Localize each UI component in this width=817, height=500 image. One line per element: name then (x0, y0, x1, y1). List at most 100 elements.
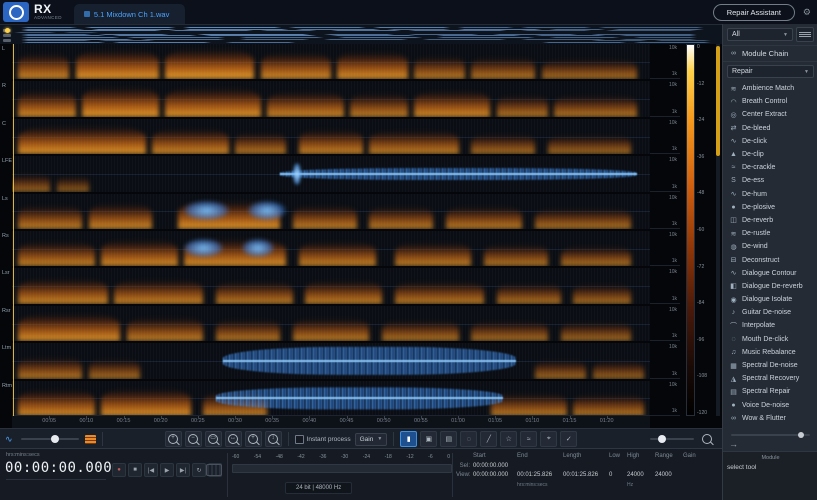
rewind-button[interactable]: |◀ (144, 463, 158, 477)
zoom-slider-knob[interactable] (658, 435, 666, 443)
spectrogram-lane[interactable] (12, 343, 650, 378)
rx-application-window: RX ADVANCED 5.1 Mixdown Ch 1.wav Repair … (0, 0, 817, 500)
module-chain-item[interactable]: ∞ Module Chain (723, 45, 817, 62)
time-ruler-label: 00:45 (340, 418, 354, 424)
time-format-label[interactable]: hrs:mins:secs (6, 452, 40, 458)
marker-tool[interactable]: ⌖ (540, 431, 557, 447)
module-icon: ≋ (729, 230, 738, 238)
spectrogram-lane[interactable] (12, 119, 650, 154)
module-item-spectral-de-noise[interactable]: ▦Spectral De-noise (723, 359, 817, 372)
waveform-view-icon[interactable]: ∿ (5, 434, 13, 445)
channel-labels: LRCLFELsRsLsrRsrLtmRtm (0, 44, 12, 416)
playhead-cursor[interactable] (13, 44, 14, 416)
vertical-scrollbar[interactable] (716, 44, 720, 416)
module-item-de-ess[interactable]: SDe-ess (723, 174, 817, 187)
lasso-tool[interactable]: ◌ (460, 431, 477, 447)
apply-check[interactable]: ✓ (560, 431, 577, 447)
repair-assistant-button[interactable]: Repair Assistant (713, 4, 795, 21)
module-item-deconstruct[interactable]: ⊟Deconstruct (723, 253, 817, 266)
magic-wand-tool[interactable]: ☆ (500, 431, 517, 447)
module-label: De-click (742, 138, 767, 145)
magnifier-icon: + (248, 434, 258, 444)
module-icon: ◫ (729, 216, 738, 224)
module-item-guitar-de-noise[interactable]: ♪Guitar De-noise (723, 306, 817, 319)
brush-tool[interactable]: ╱ (480, 431, 497, 447)
preset-select[interactable]: Repair▼ (727, 65, 814, 78)
module-item-dialogue-de-reverb[interactable]: ◧Dialogue De-reverb (723, 280, 817, 293)
module-item-de-wind[interactable]: ◍De-wind (723, 240, 817, 253)
time-frequency-selection-tool[interactable]: ▣ (420, 431, 437, 447)
module-item-de-plosive[interactable]: ●De-plosive (723, 201, 817, 214)
module-item-spectral-recovery[interactable]: ◮Spectral Recovery (723, 372, 817, 385)
scrollbar-thumb[interactable] (716, 46, 720, 156)
sidebar-slider-knob[interactable] (798, 432, 804, 438)
spectrogram-lane[interactable] (12, 194, 650, 229)
db-label: -120 (697, 410, 715, 416)
spectrogram-lane[interactable] (12, 231, 650, 266)
spectrogram-lane[interactable] (12, 268, 650, 303)
module-item-de-hum[interactable]: ∿De-hum (723, 188, 817, 201)
time-ruler[interactable]: 00:0500:1000:1500:2000:2500:3000:3500:40… (12, 415, 650, 428)
spectrogram-lane[interactable] (12, 381, 650, 416)
module-item-mouth-de-click[interactable]: ◌Mouth De-click (723, 333, 817, 346)
waveform-overview[interactable] (0, 24, 722, 46)
stop-button[interactable]: ■ (128, 463, 142, 477)
module-item-ambience-match[interactable]: ≋Ambience Match (723, 82, 817, 95)
spectrogram-view-icon[interactable] (85, 435, 96, 444)
zoom-out-button[interactable]: − (185, 431, 202, 447)
time-selection-tool[interactable]: ▮ (400, 431, 417, 447)
module-item-center-extract[interactable]: ◎Center Extract (723, 108, 817, 121)
output-device-icon[interactable] (206, 464, 222, 476)
module-item-interpolate[interactable]: ⌒Interpolate (723, 319, 817, 332)
module-item-voice-de-noise[interactable]: ●Voice De-noise (723, 399, 817, 412)
timecode-display[interactable]: 00:00:00.000 (5, 460, 112, 476)
module-item-de-rustle[interactable]: ≋De-rustle (723, 227, 817, 240)
instant-process-module-select[interactable]: Gain▼ (355, 433, 388, 446)
zoom-reset-button[interactable]: ↕ (265, 431, 282, 447)
settings-gear-icon[interactable]: ⚙ (803, 7, 811, 18)
module-item-de-reverb[interactable]: ◫De-reverb (723, 214, 817, 227)
module-item-de-crackle[interactable]: ≈De-crackle (723, 161, 817, 174)
spectrogram-lane[interactable] (12, 44, 650, 79)
sidebar-slider[interactable] (731, 434, 810, 436)
zoom-magnifier-icon[interactable] (702, 434, 712, 444)
module-label: De-bleed (742, 125, 770, 132)
horizontal-zoom-slider[interactable] (650, 438, 694, 440)
module-item-dialogue-contour[interactable]: ∿Dialogue Contour (723, 267, 817, 280)
module-item-breath-control[interactable]: ◠Breath Control (723, 95, 817, 108)
module-label: Spectral De-noise (742, 362, 798, 369)
zoom-selection-button[interactable]: ▭ (205, 431, 222, 447)
freq-label-top: 10k (669, 344, 677, 350)
loop-button[interactable]: ↻ (192, 463, 206, 477)
module-item-spectral-repair[interactable]: ▤Spectral Repair (723, 385, 817, 398)
module-item-wow-flutter[interactable]: ∞Wow & Flutter (723, 412, 817, 425)
waveform-spectrogram-blend-slider[interactable] (21, 438, 79, 440)
zoom-fit-button[interactable]: ↔ (225, 431, 242, 447)
module-item-de-click[interactable]: ∿De-click (723, 135, 817, 148)
module-menu-icon[interactable] (796, 27, 814, 42)
spectrogram-lane[interactable] (12, 306, 650, 341)
spectrogram-lanes[interactable] (12, 44, 650, 416)
module-item-music-rebalance[interactable]: ♫Music Rebalance (723, 346, 817, 359)
collapse-arrow-icon[interactable]: → (723, 438, 817, 451)
record-button[interactable]: ● (112, 463, 126, 477)
spectrogram-lane[interactable] (12, 81, 650, 116)
play-button[interactable]: ▶ (160, 463, 174, 477)
zoom-freq-in-button[interactable]: + (245, 431, 262, 447)
forward-button[interactable]: ▶| (176, 463, 190, 477)
module-item-de-bleed[interactable]: ⇄De-bleed (723, 122, 817, 135)
chain-icon: ∞ (729, 50, 738, 57)
column-header: Length (563, 452, 609, 462)
module-filter-select[interactable]: All▼ (727, 28, 793, 41)
module-label: Music Rebalance (742, 349, 796, 356)
amplitude-tool[interactable]: ≈ (520, 431, 537, 447)
module-item-dialogue-isolate[interactable]: ◉Dialogue Isolate (723, 293, 817, 306)
instant-process-checkbox[interactable] (295, 435, 304, 444)
blend-slider-knob[interactable] (51, 435, 59, 443)
frequency-selection-tool[interactable]: ▤ (440, 431, 457, 447)
spectrogram-lane[interactable] (12, 156, 650, 191)
module-item-de-clip[interactable]: ▲De-clip (723, 148, 817, 161)
overview-playhead-marker[interactable] (5, 28, 10, 33)
zoom-in-button[interactable]: + (165, 431, 182, 447)
file-tab[interactable]: 5.1 Mixdown Ch 1.wav (74, 4, 185, 24)
